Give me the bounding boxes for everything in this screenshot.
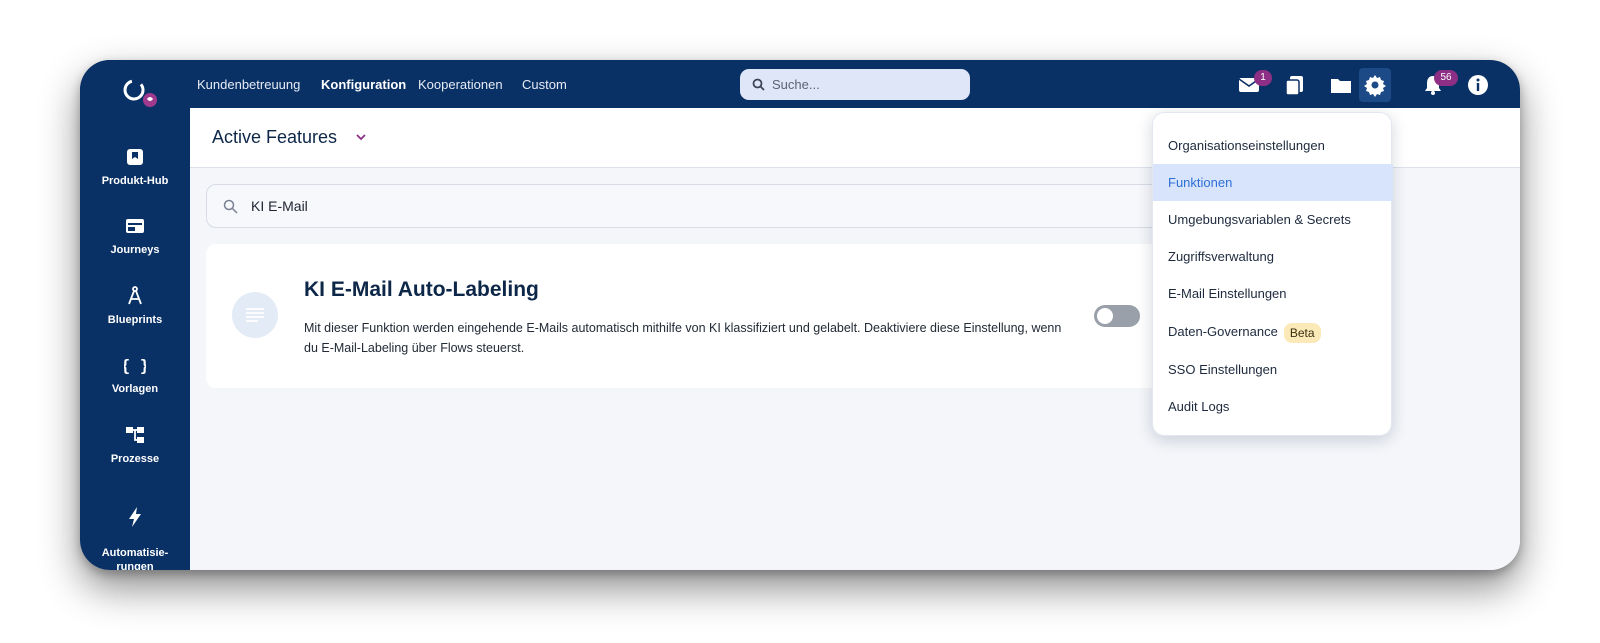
- sidebar-item-produkt-hub[interactable]: Produkt-Hub: [80, 146, 190, 188]
- sidebar-item-label: Vorlagen: [111, 383, 159, 395]
- compass-icon: [128, 286, 142, 305]
- nav-link-custom[interactable]: Custom: [522, 77, 567, 92]
- search-icon: [223, 199, 238, 214]
- menu-item-sso-einstellungen[interactable]: SSO Einstellungen: [1153, 351, 1393, 388]
- process-tree-icon: [126, 427, 144, 443]
- sidebar-item-blueprints[interactable]: Blueprints: [80, 285, 190, 327]
- chevron-down-icon[interactable]: [354, 130, 368, 144]
- sidebar-item-label: Automatisie- rungen: [101, 547, 169, 570]
- toggle-knob: [1097, 308, 1113, 324]
- feature-title: KI E-Mail Auto-Labeling: [304, 278, 539, 301]
- feature-search: [206, 184, 1206, 228]
- bookmark-icon: [127, 149, 143, 165]
- notifications-badge: 56: [1434, 70, 1458, 86]
- menu-item-umgebungsvariablen[interactable]: Umgebungsvariablen & Secrets: [1153, 201, 1393, 238]
- folder-icon[interactable]: [1328, 72, 1354, 98]
- search-input[interactable]: [772, 69, 962, 100]
- feature-description: Mit dieser Funktion werden eingehende E-…: [304, 321, 1062, 355]
- svg-text:{ }: { }: [124, 356, 146, 375]
- search-icon: [752, 78, 765, 91]
- lightning-icon: [129, 507, 141, 527]
- menu-item-email-einstellungen[interactable]: E-Mail Einstellungen: [1153, 275, 1393, 312]
- sidebar-item-label: Prozesse: [110, 453, 160, 465]
- sidebar: Produkt-Hub Journeys Blueprints { } Vorl…: [80, 60, 190, 570]
- menu-item-zugriffsverwaltung[interactable]: Zugriffsverwaltung: [1153, 238, 1393, 275]
- sidebar-item-label: Journeys: [110, 244, 160, 256]
- nav-link-kooperationen[interactable]: Kooperationen: [418, 77, 503, 92]
- gear-icon: [1364, 75, 1386, 97]
- sidebar-item-label: Produkt-Hub: [101, 175, 169, 187]
- nav-link-konfiguration[interactable]: Konfiguration: [321, 77, 406, 92]
- nav-link-kundenbetreuung[interactable]: Kundenbetreuung: [197, 77, 300, 92]
- app-logo[interactable]: [118, 72, 166, 112]
- feature-icon: [232, 292, 278, 338]
- menu-item-audit-logs[interactable]: Audit Logs: [1153, 388, 1393, 425]
- feature-search-input[interactable]: [251, 185, 1151, 227]
- settings-dropdown-menu: Organisationseinstellungen Funktionen Um…: [1152, 112, 1393, 436]
- feature-card: KI E-Mail Auto-Labeling Mit dieser Funkt…: [206, 244, 1206, 388]
- curly-braces-icon: { }: [124, 356, 146, 375]
- menu-item-label: Daten-Governance: [1168, 324, 1278, 339]
- sidebar-item-prozesse[interactable]: Prozesse: [80, 424, 190, 466]
- global-search: [740, 69, 970, 100]
- text-lines-icon: [246, 308, 264, 322]
- sidebar-item-vorlagen[interactable]: { } Vorlagen: [80, 354, 190, 396]
- settings-button[interactable]: [1359, 68, 1391, 102]
- documents-icon[interactable]: [1282, 72, 1308, 98]
- page-title[interactable]: Active Features: [212, 127, 337, 148]
- menu-item-organisationseinstellungen[interactable]: Organisationseinstellungen: [1153, 127, 1393, 164]
- sidebar-item-automatisierungen[interactable]: Automatisie- rungen: [80, 494, 190, 570]
- sidebar-item-journeys[interactable]: Journeys: [80, 215, 190, 257]
- sidebar-item-label: Blueprints: [107, 314, 163, 326]
- beta-badge: Beta: [1283, 322, 1321, 343]
- app-window: Produkt-Hub Journeys Blueprints { } Vorl…: [80, 60, 1520, 570]
- feature-toggle[interactable]: [1094, 305, 1140, 327]
- menu-item-daten-governance[interactable]: Daten-Governance Beta: [1153, 313, 1393, 350]
- browser-window-icon: [126, 219, 144, 233]
- menu-item-funktionen[interactable]: Funktionen: [1153, 164, 1393, 201]
- info-icon[interactable]: [1465, 72, 1491, 98]
- mail-badge: 1: [1254, 70, 1272, 86]
